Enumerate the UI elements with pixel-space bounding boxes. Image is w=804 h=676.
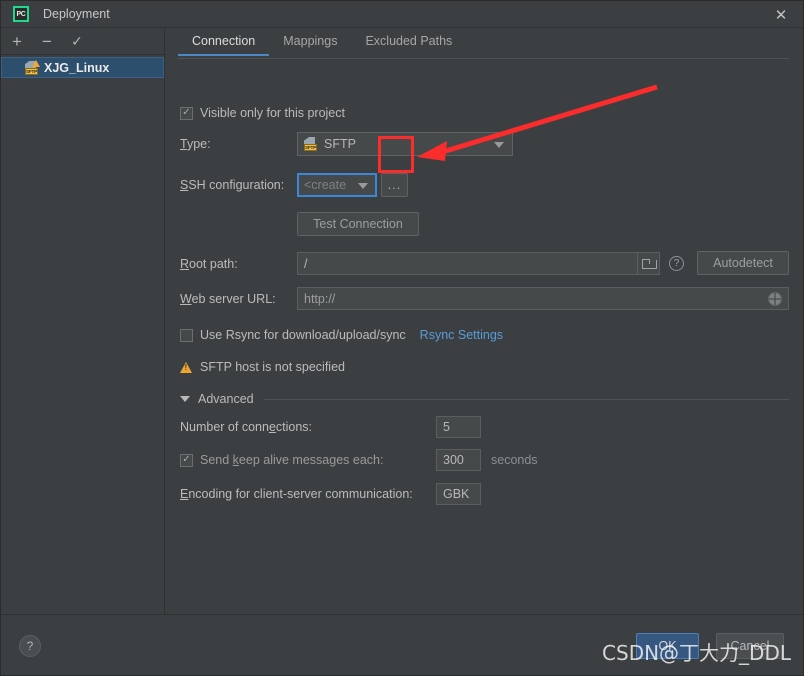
server-list: SFTP XJG_Linux	[1, 55, 164, 78]
rsync-settings-link[interactable]: Rsync Settings	[420, 328, 503, 342]
advanced-label: Advanced	[198, 392, 254, 406]
use-rsync-checkbox[interactable]: ✓	[180, 328, 193, 342]
list-item[interactable]: SFTP XJG_Linux	[1, 57, 164, 78]
connections-label-row: Number of connections:	[180, 420, 312, 434]
encoding-label-row: Encoding for client-server communication…	[180, 487, 413, 501]
root-path-input[interactable]: /	[297, 252, 638, 275]
encoding-input[interactable]: GBK	[436, 483, 481, 505]
encoding-label: Encoding for client-server communication…	[180, 487, 413, 501]
server-list-panel: + − ✓ SFTP XJG_Linux	[1, 28, 165, 615]
root-path-browse-button[interactable]	[638, 252, 660, 275]
visible-only-checkbox[interactable]: ✓	[180, 106, 193, 120]
folder-icon	[642, 258, 657, 269]
use-rsync-label: Use Rsync for download/upload/sync	[200, 328, 406, 342]
keep-alive-unit-row: seconds	[491, 453, 538, 467]
keep-alive-checkbox[interactable]: ✓	[180, 453, 193, 467]
chevron-down-icon[interactable]	[180, 396, 190, 402]
advanced-section-header: Advanced	[180, 392, 789, 406]
section-divider	[263, 398, 789, 400]
warning-message: SFTP host is not specified	[200, 360, 345, 374]
connection-settings-panel: Connection Mappings Excluded Paths ✓ Vis…	[166, 28, 803, 615]
keep-alive-interval-input[interactable]: 300	[436, 449, 481, 471]
type-label: Type:	[180, 137, 211, 151]
number-of-connections-input[interactable]: 5	[436, 416, 481, 438]
globe-icon[interactable]	[768, 292, 782, 306]
pycharm-icon: PC	[13, 6, 29, 22]
web-server-url-label: Web server URL:	[180, 292, 276, 306]
ssh-configuration-dropdown[interactable]: <create	[297, 173, 377, 197]
keep-alive-unit-label: seconds	[491, 453, 538, 467]
set-default-server-button[interactable]: ✓	[69, 33, 85, 49]
number-of-connections-label: Number of connections:	[180, 420, 313, 434]
visible-only-label: Visible only for this project	[200, 106, 345, 120]
ssh-config-label-row: SSH configuration:	[180, 178, 284, 192]
tab-connection[interactable]: Connection	[178, 28, 270, 56]
settings-tabs: Connection Mappings Excluded Paths	[166, 28, 803, 59]
visible-only-row: ✓ Visible only for this project	[180, 106, 345, 120]
web-server-url-value: http://	[304, 291, 336, 306]
remove-server-button[interactable]: −	[39, 33, 55, 50]
test-connection-button[interactable]: Test Connection	[297, 212, 419, 236]
tab-mappings[interactable]: Mappings	[269, 28, 351, 56]
keep-alive-label: Send keep alive messages each:	[200, 453, 384, 467]
chevron-down-icon	[358, 183, 368, 189]
root-path-label: Root path:	[180, 257, 238, 271]
number-of-connections-value: 5	[443, 420, 450, 434]
connection-form: ✓ Visible only for this project Type: SF…	[166, 59, 803, 505]
window-title: Deployment	[43, 7, 110, 21]
type-value: SFTP	[324, 137, 356, 151]
web-server-url-label-row: Web server URL:	[180, 292, 276, 306]
chevron-down-icon	[494, 142, 504, 148]
type-dropdown[interactable]: SFTP SFTP	[297, 132, 513, 156]
autodetect-button[interactable]: Autodetect	[697, 251, 789, 275]
tab-excluded-paths[interactable]: Excluded Paths	[351, 28, 466, 56]
encoding-value: GBK	[443, 487, 470, 501]
root-path-label-row: Root path:	[180, 257, 238, 271]
close-icon[interactable]: ✕	[771, 5, 791, 25]
server-name: XJG_Linux	[44, 60, 110, 75]
sftp-server-icon: SFTP	[25, 59, 40, 75]
web-server-url-input[interactable]: http://	[297, 287, 789, 310]
server-toolbar: + − ✓	[1, 28, 164, 55]
keep-alive-value: 300	[443, 453, 464, 467]
ok-button[interactable]: OK	[636, 633, 699, 659]
warning-icon	[180, 361, 192, 373]
cancel-button[interactable]: Cancel	[716, 633, 784, 659]
title-bar: PC Deployment ✕	[1, 1, 803, 28]
help-icon[interactable]: ?	[19, 635, 41, 657]
dialog-footer: ? OK Cancel	[1, 614, 803, 675]
deployment-dialog: PC Deployment ✕ + − ✓ SFTP XJG_Linux Con…	[0, 0, 804, 676]
root-path-help-icon[interactable]: ?	[669, 256, 684, 271]
sftp-warning-row: SFTP host is not specified	[180, 360, 345, 374]
use-rsync-row: ✓ Use Rsync for download/upload/sync Rsy…	[180, 328, 503, 342]
root-path-value: /	[304, 256, 308, 271]
sftp-type-icon: SFTP	[304, 137, 318, 151]
add-server-button[interactable]: +	[9, 33, 25, 50]
ssh-configuration-browse-button[interactable]: ...	[381, 173, 408, 197]
type-label-row: Type:	[180, 137, 211, 151]
ssh-configuration-label: SSH configuration:	[180, 178, 285, 192]
keep-alive-row: ✓ Send keep alive messages each:	[180, 453, 383, 467]
ssh-configuration-value: <create	[304, 178, 347, 192]
